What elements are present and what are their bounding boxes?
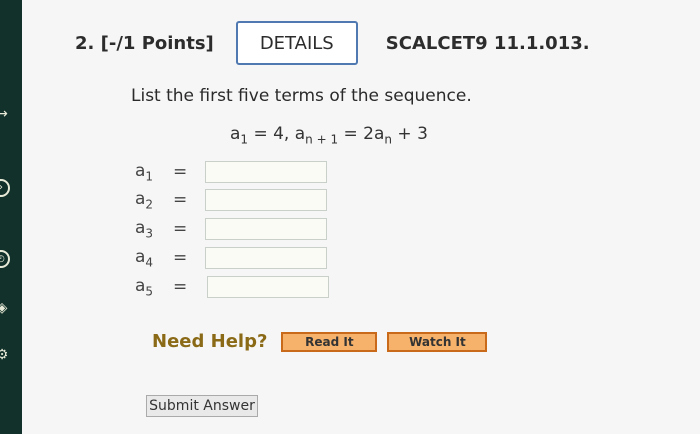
details-button[interactable]: DETAILS (235, 21, 358, 65)
eq-rhs-sub: n (384, 132, 393, 147)
equals-sign: = (173, 190, 188, 210)
question-code: SCALCET9 11.1.013. (385, 32, 590, 54)
answer-input-a4[interactable] (205, 247, 327, 269)
term-label-4: a4 (135, 246, 154, 270)
term-row-3: a3 = (135, 217, 327, 241)
term-row-2: a2 = (135, 188, 327, 212)
term-row-4: a4 = (135, 246, 327, 270)
watch-it-button[interactable]: Watch It (387, 331, 488, 352)
equals-sign: = (173, 248, 188, 268)
equals-sign: = (173, 219, 188, 239)
eq-rhs-tail: + 3 (392, 124, 428, 144)
clock-icon[interactable]: ◴ (0, 250, 10, 268)
eq-a1-label: a (230, 124, 241, 144)
exit-icon[interactable]: ↪ (0, 104, 12, 124)
question-prompt: List the first five terms of the sequenc… (131, 86, 472, 106)
submit-answer-button[interactable]: Submit Answer (146, 395, 258, 417)
eq-a1-value: = 4, (248, 124, 290, 144)
eq-an1-sub: n + 1 (305, 132, 339, 147)
read-it-button[interactable]: Read It (281, 331, 378, 352)
arrow-circle-icon[interactable]: › (0, 179, 10, 197)
term-label-1: a1 (135, 160, 154, 184)
eq-an1-label: a (294, 124, 306, 144)
term-label-3: a3 (135, 217, 154, 241)
question-number: 2. [-/1 Points] (75, 32, 214, 54)
term-row-5: a5 = (135, 275, 329, 299)
equals-sign: = (173, 162, 188, 182)
left-sidebar-strip: ↪ › ◴ ◈ ⚙ (0, 0, 22, 434)
gear-icon[interactable]: ⚙ (0, 345, 12, 365)
eq-rhs: = 2a (338, 124, 385, 144)
answer-input-a3[interactable] (205, 218, 327, 240)
tag-icon[interactable]: ◈ (0, 298, 12, 318)
answer-input-a1[interactable] (205, 161, 327, 183)
term-row-1: a1 = (135, 160, 327, 184)
need-help-label: Need Help? (152, 331, 268, 352)
answer-input-a2[interactable] (205, 189, 327, 211)
eq-a1-sub: 1 (240, 132, 249, 147)
equals-sign: = (173, 277, 188, 297)
question-header: 2. [-/1 Points] DETAILS SCALCET9 11.1.01… (75, 20, 590, 66)
answer-input-a5[interactable] (207, 276, 329, 298)
term-label-5: a5 (135, 275, 154, 299)
term-label-2: a2 (135, 188, 154, 212)
help-row: Need Help? Read It Watch It (152, 331, 488, 352)
recurrence-equation: a1 = 4, an + 1 = 2an + 3 (230, 124, 428, 146)
